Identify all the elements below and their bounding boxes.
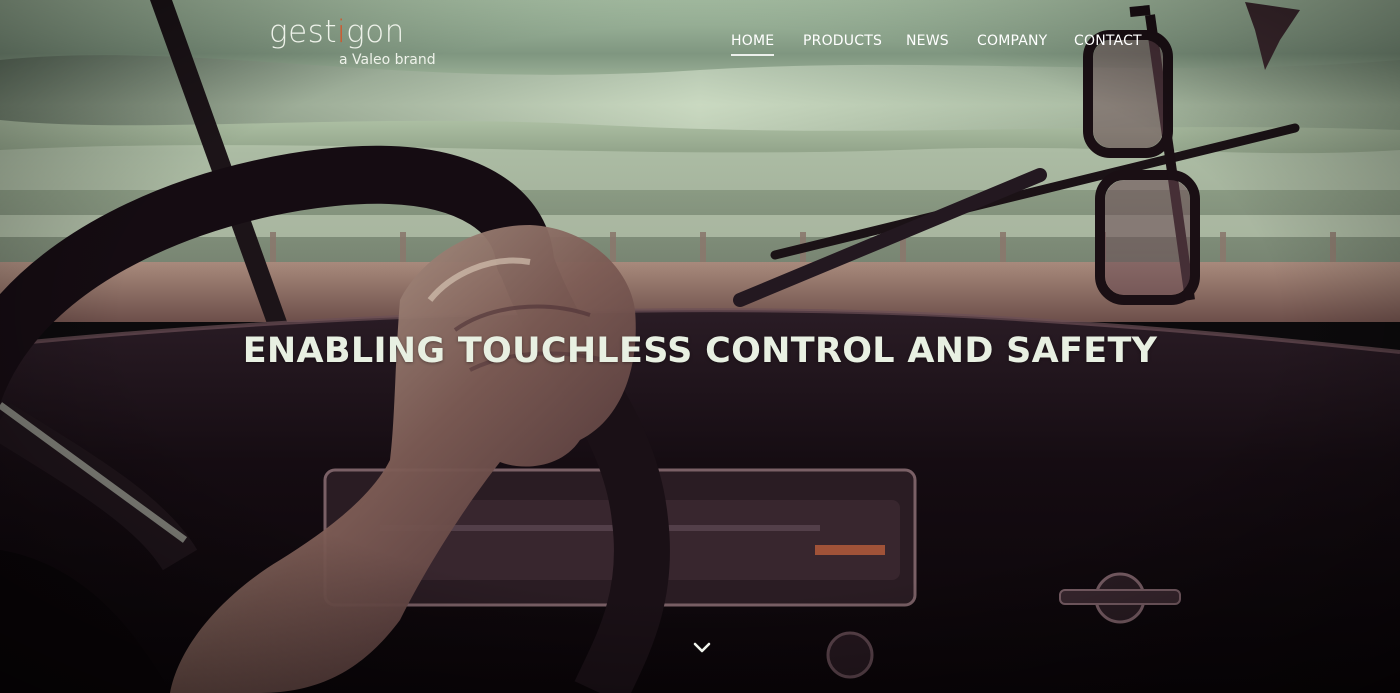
nav-item-contact[interactable]: CONTACT [1074, 33, 1142, 49]
logo-subtitle: a Valeo brand [339, 52, 436, 68]
nav-item-products[interactable]: PRODUCTS [803, 33, 882, 49]
logo-text-accent: i [336, 14, 347, 50]
logo-text-start: gest [269, 14, 337, 50]
brand-logo[interactable]: gestigon a Valeo brand [269, 14, 439, 74]
hero-headline: ENABLING TOUCHLESS CONTROL AND SAFETY [242, 331, 1158, 371]
logo-wordmark: gestigon [269, 14, 405, 50]
logo-text-end: gon [346, 14, 405, 50]
nav-item-home[interactable]: HOME [731, 33, 775, 56]
hero-section: gestigon a Valeo brand HOME PRODUCTS NEW… [0, 0, 1400, 693]
nav-item-news[interactable]: NEWS [906, 33, 949, 49]
nav-item-company[interactable]: COMPANY [977, 33, 1047, 49]
chevron-down-icon [693, 642, 711, 653]
scroll-down-button[interactable] [690, 637, 714, 659]
